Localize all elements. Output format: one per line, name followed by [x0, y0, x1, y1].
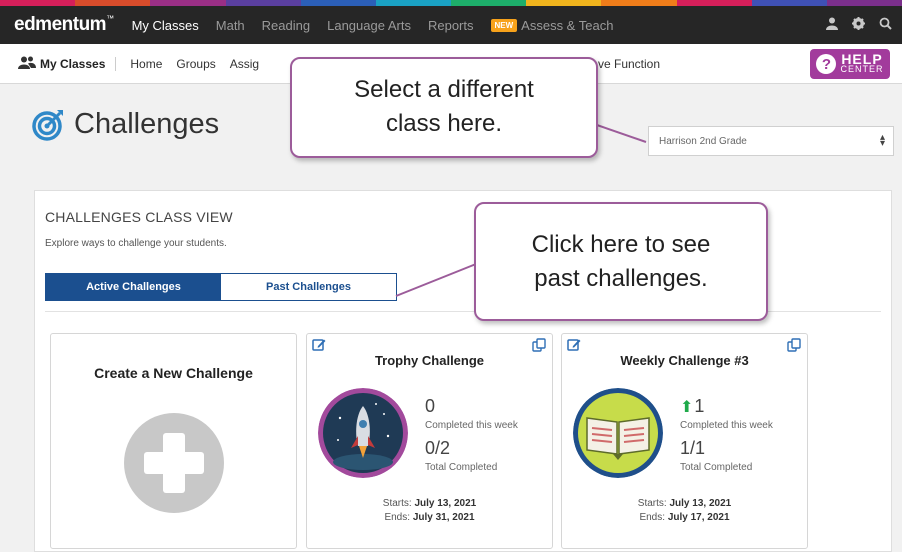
subnav-assignments[interactable]: Assig — [230, 57, 259, 71]
top-navigation-bar: edmentum™ My Classes Math Reading Langua… — [0, 6, 902, 44]
total-completed-label: Total Completed — [425, 462, 498, 473]
challenge-dates: Starts: July 13, 2021 Ends: July 31, 202… — [382, 498, 477, 523]
total-completed-label: Total Completed — [680, 462, 753, 473]
completed-week-count: 0 — [425, 396, 436, 416]
nav-reports[interactable]: Reports — [428, 18, 474, 33]
start-date: July 13, 2021 — [669, 498, 732, 509]
book-badge-icon — [573, 388, 663, 478]
nav-assess-teach[interactable]: NEW Assess & Teach — [490, 17, 614, 33]
target-icon — [32, 109, 63, 141]
callout-select-class: Select a different class here. — [290, 57, 598, 158]
create-challenge-card[interactable]: Create a New Challenge — [50, 333, 297, 549]
page-header: Challenges — [32, 108, 219, 141]
gear-icon[interactable] — [852, 17, 865, 33]
total-completed-count: 1/1 — [680, 438, 706, 458]
end-date: July 17, 2021 — [667, 512, 730, 523]
group-users-icon — [18, 56, 36, 72]
challenge-title: Weekly Challenge #3 — [620, 353, 749, 368]
completed-week-label: Completed this week — [425, 420, 518, 431]
nav-reading[interactable]: Reading — [262, 18, 310, 33]
help-center-button[interactable]: ? HELP CENTER — [810, 49, 890, 79]
plus-icon[interactable] — [124, 413, 224, 513]
class-select-value: Harrison 2nd Grade — [659, 135, 747, 147]
callout-pointer-2 — [395, 263, 477, 297]
nav-math[interactable]: Math — [216, 18, 245, 33]
select-caret-icon: ▴ ▾ — [879, 132, 885, 149]
challenge-card-weekly[interactable]: Weekly Challenge #3 ⬆1 Completed this we… — [561, 333, 808, 549]
challenge-tabs: Active Challenges Past Challenges — [45, 273, 397, 301]
new-badge: NEW — [490, 18, 518, 32]
edmentum-logo[interactable]: edmentum™ — [14, 14, 114, 36]
question-icon: ? — [816, 54, 837, 74]
tab-past-challenges[interactable]: Past Challenges — [221, 274, 396, 300]
class-select-dropdown[interactable]: Harrison 2nd Grade ▴ ▾ — [648, 126, 894, 156]
nav-assess-teach-label: Assess & Teach — [521, 17, 614, 33]
completed-week-label: Completed this week — [680, 420, 773, 431]
completed-week-count: ⬆1 — [680, 396, 705, 416]
page-title: Challenges — [74, 108, 220, 140]
nav-my-classes[interactable]: My Classes — [132, 18, 199, 33]
subnav-groups[interactable]: Groups — [176, 57, 215, 71]
trend-up-icon: ⬆ — [680, 399, 694, 416]
panel-heading: CHALLENGES CLASS VIEW — [45, 209, 233, 225]
total-completed-count: 0/2 — [425, 438, 451, 458]
subnav-home[interactable]: Home — [130, 57, 162, 71]
challenge-dates: Starts: July 13, 2021 Ends: July 17, 202… — [637, 498, 732, 523]
rocket-badge-icon — [318, 388, 408, 478]
user-icon[interactable] — [826, 17, 838, 33]
callout-past-challenges: Click here to see past challenges. — [474, 202, 768, 321]
tab-active-challenges[interactable]: Active Challenges — [46, 274, 221, 300]
start-date: July 13, 2021 — [414, 498, 477, 509]
create-challenge-title: Create a New Challenge — [94, 365, 253, 381]
nav-language-arts[interactable]: Language Arts — [327, 18, 411, 33]
callout-pointer-1 — [593, 123, 647, 143]
subnav-title: My Classes — [40, 56, 117, 71]
subnav-executive-function[interactable]: ve Function — [598, 57, 660, 71]
challenge-card-trophy[interactable]: Trophy Challenge 0 Completed this week 0… — [306, 333, 553, 549]
panel-description: Explore ways to challenge your students. — [45, 238, 227, 249]
search-icon[interactable] — [879, 17, 892, 33]
end-date: July 31, 2021 — [412, 512, 475, 523]
challenge-title: Trophy Challenge — [374, 353, 485, 368]
